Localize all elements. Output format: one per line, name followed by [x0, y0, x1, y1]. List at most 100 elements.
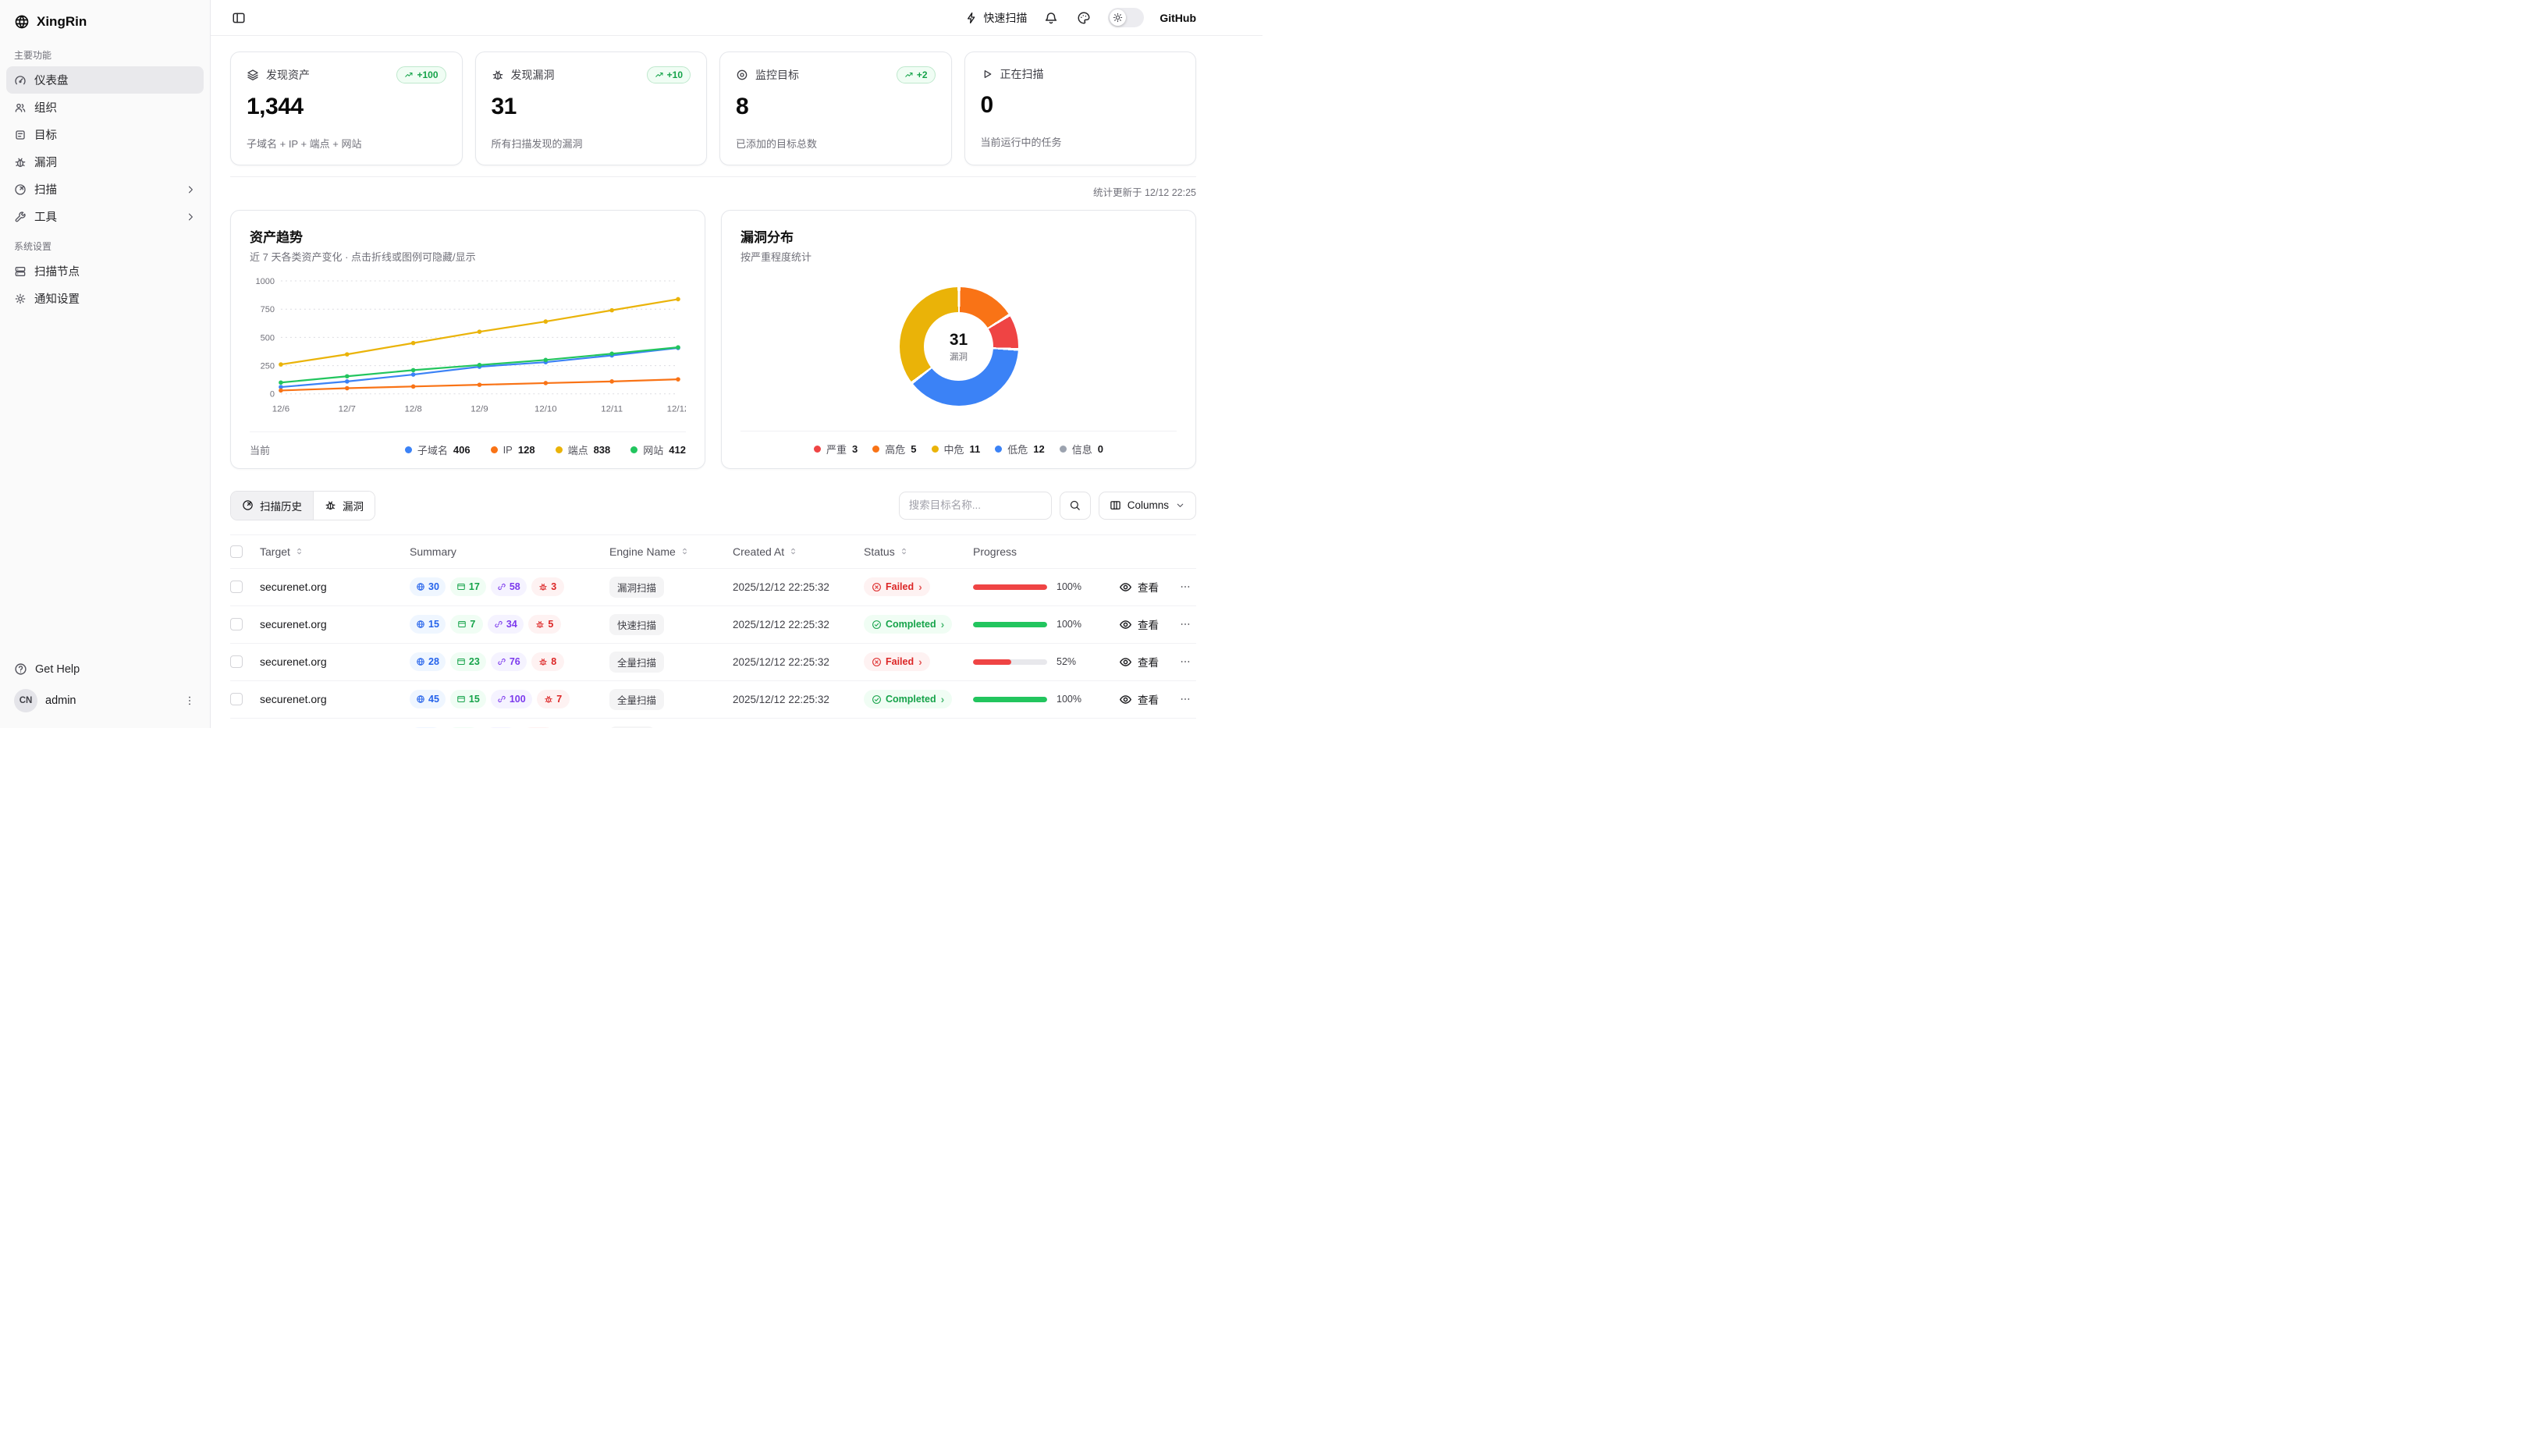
view-button[interactable]: 查看: [1119, 579, 1159, 595]
user-menu-button[interactable]: [183, 694, 196, 707]
radar-icon: [242, 499, 254, 511]
row-menu-button[interactable]: [1179, 693, 1191, 705]
donut-legend-item[interactable]: 低危12: [995, 442, 1044, 456]
content: 发现资产+1001,344子域名 + IP + 端点 + 网站发现漏洞+1031…: [211, 36, 1262, 728]
view-button[interactable]: 查看: [1119, 654, 1159, 669]
donut-legend-item[interactable]: 信息0: [1060, 442, 1103, 456]
stat-title: 正在扫描: [1000, 66, 1044, 82]
donut-legend-item[interactable]: 高危5: [872, 442, 916, 456]
avatar: CN: [14, 689, 37, 712]
column-header: Progress: [973, 545, 1113, 558]
tab-scan-history[interactable]: 扫描历史: [231, 492, 313, 520]
svg-text:12/10: 12/10: [534, 405, 557, 414]
legend-dot: [1060, 446, 1067, 453]
main: 快速扫描 GitHub 发现资产+1001,344子域名 + IP + 端点 +…: [211, 0, 1262, 728]
link-icon: [497, 657, 506, 666]
row-checkbox[interactable]: [230, 618, 243, 630]
view-button[interactable]: 查看: [1119, 691, 1159, 707]
row-checkbox[interactable]: [230, 655, 243, 668]
svg-text:12/11: 12/11: [601, 405, 623, 414]
svg-text:12/12: 12/12: [667, 405, 686, 414]
summary-pill-globe: 15: [410, 615, 446, 634]
svg-text:500: 500: [261, 333, 275, 343]
row-checkbox[interactable]: [230, 693, 243, 705]
row-menu-button[interactable]: [1179, 655, 1191, 668]
dots-icon: [1179, 618, 1191, 630]
theme-palette-button[interactable]: [1075, 9, 1092, 27]
summary-cell: 2823768: [410, 652, 609, 671]
table-row[interactable]: [230, 719, 1196, 728]
table-row[interactable]: securenet.org2823768全量扫描2025/12/12 22:25…: [230, 644, 1196, 681]
sidebar-toggle-button[interactable]: [230, 9, 247, 27]
table-row[interactable]: securenet.org45151007全量扫描2025/12/12 22:2…: [230, 681, 1196, 719]
bolt-icon: [965, 12, 978, 24]
sidebar-item-scan-nodes[interactable]: 扫描节点: [6, 257, 204, 285]
trend-legend-item[interactable]: 网站412: [630, 442, 686, 457]
user-name: admin: [45, 694, 76, 707]
get-help-button[interactable]: Get Help: [6, 655, 204, 683]
trend-legend-item[interactable]: IP128: [491, 444, 535, 456]
notifications-button[interactable]: [1042, 9, 1060, 27]
status-badge[interactable]: Failed›: [864, 652, 930, 671]
row-menu-button[interactable]: [1179, 581, 1191, 593]
progress-bar: [973, 584, 1047, 590]
dots-icon: [1179, 655, 1191, 668]
user-menu[interactable]: CN admin: [6, 683, 204, 719]
columns-button[interactable]: Columns: [1099, 492, 1196, 520]
view-button[interactable]: 查看: [1119, 616, 1159, 632]
stat-card-assets: 发现资产+1001,344子域名 + IP + 端点 + 网站: [230, 51, 463, 165]
table-row[interactable]: securenet.org3017583漏洞扫描2025/12/12 22:25…: [230, 569, 1196, 606]
donut-legend-item[interactable]: 严重3: [814, 442, 858, 456]
column-header: Engine Name: [609, 545, 733, 558]
search-input[interactable]: [899, 492, 1052, 520]
tab-label: 漏洞: [343, 498, 364, 513]
donut-legend-item[interactable]: 中危11: [932, 442, 981, 456]
trend-legend-item[interactable]: 子域名406: [405, 442, 471, 457]
status-badge[interactable]: Failed›: [864, 577, 930, 596]
chevron-down-icon: [1175, 500, 1185, 510]
sidebar-item-label: 扫描节点: [34, 263, 80, 279]
summary-pill-globe: 28: [410, 652, 446, 671]
vuln-donut-chart[interactable]: 31 漏洞: [900, 287, 1018, 406]
theme-toggle[interactable]: [1108, 8, 1144, 27]
globe-icon: [416, 620, 425, 629]
sidebar-item-label: 扫描: [34, 181, 57, 197]
legend-dot: [872, 446, 879, 453]
stat-trend-badge: +2: [897, 66, 936, 83]
engine-badge: 全量扫描: [609, 689, 664, 710]
select-all-checkbox[interactable]: [230, 545, 243, 558]
trend-icon: [655, 70, 664, 80]
row-checkbox[interactable]: [230, 581, 243, 593]
search-button[interactable]: [1060, 492, 1091, 520]
stat-subtitle: 当前运行中的任务: [981, 134, 1181, 149]
asset-trend-chart[interactable]: 0250500750100012/612/712/812/912/1012/11…: [250, 273, 686, 421]
sidebar-item-dashboard[interactable]: 仪表盘: [6, 66, 204, 94]
svg-text:12/6: 12/6: [272, 405, 289, 414]
quick-scan-button[interactable]: 快速扫描: [965, 10, 1027, 26]
sidebar-item-vulnerabilities[interactable]: 漏洞: [6, 148, 204, 176]
summary-cell: 45151007: [410, 690, 609, 708]
sidebar-item-targets[interactable]: 目标: [6, 121, 204, 148]
engine-badge: 漏洞扫描: [609, 577, 664, 598]
dots-icon: [1179, 581, 1191, 593]
summary-pill-window: 17: [450, 577, 486, 596]
github-link[interactable]: GitHub: [1160, 12, 1196, 24]
sidebar-item-tools[interactable]: 工具: [6, 203, 204, 230]
sidebar-item-notification-settings[interactable]: 通知设置: [6, 285, 204, 312]
get-help-label: Get Help: [35, 663, 80, 676]
trend-legend-item[interactable]: 端点838: [556, 442, 611, 457]
status-badge[interactable]: Completed›: [864, 615, 952, 634]
sidebar-item-scan[interactable]: 扫描: [6, 176, 204, 203]
toolbar: 扫描历史 漏洞 Columns: [230, 491, 1196, 520]
summary-pill-link: 76: [491, 652, 527, 671]
table-row[interactable]: securenet.org157345快速扫描2025/12/12 22:25:…: [230, 606, 1196, 644]
tab-vulnerabilities[interactable]: 漏洞: [313, 492, 375, 520]
theme-toggle-knob: [1110, 9, 1126, 26]
stat-title: 发现漏洞: [511, 67, 555, 83]
status-badge[interactable]: Completed›: [864, 690, 952, 708]
chevron-right-icon: [185, 184, 196, 195]
sidebar-item-organizations[interactable]: 组织: [6, 94, 204, 121]
stat-title: 发现资产: [266, 67, 310, 83]
row-menu-button[interactable]: [1179, 618, 1191, 630]
globe-icon: [416, 657, 425, 666]
